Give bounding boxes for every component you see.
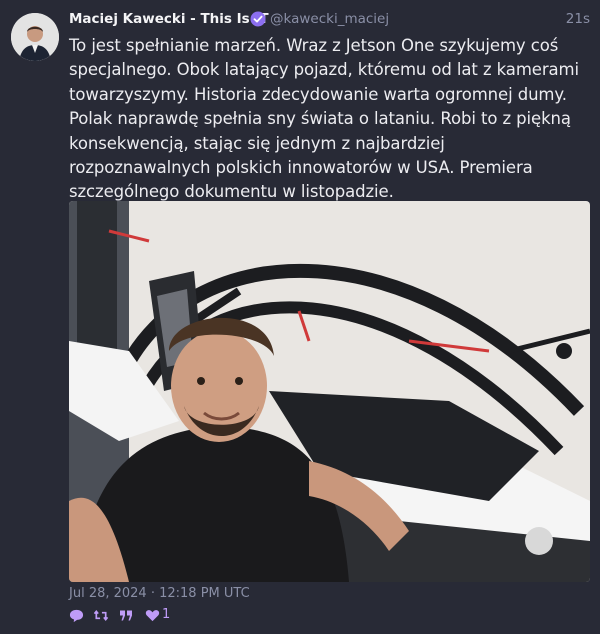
verified-badge-icon: [250, 11, 266, 27]
avatar[interactable]: [11, 13, 59, 61]
author-name[interactable]: Maciej Kawecki - This Is IT: [69, 11, 269, 27]
tweet-text: To jest spełnianie marzeń. Wraz z Jetson…: [69, 36, 579, 202]
quote-icon[interactable]: [119, 606, 133, 626]
tweet-timestamp[interactable]: Jul 28, 2024 · 12:18 PM UTC: [69, 586, 250, 601]
retweet-icon[interactable]: [93, 606, 109, 626]
relative-time[interactable]: 21s: [566, 11, 590, 27]
tweet: Maciej Kawecki - This Is IT @kawecki_mac…: [0, 0, 600, 634]
heart-icon[interactable]: [145, 606, 160, 626]
tweet-photo[interactable]: [69, 201, 590, 582]
reply-icon[interactable]: [69, 606, 84, 626]
author-handle[interactable]: @kawecki_maciej: [270, 11, 389, 27]
like-count: 1: [162, 607, 171, 622]
tweet-header: Maciej Kawecki - This Is IT @kawecki_mac…: [69, 11, 590, 31]
